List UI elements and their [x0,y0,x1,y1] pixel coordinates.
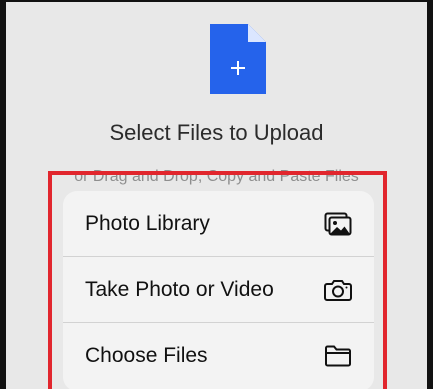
upload-title: Select Files to Upload [109,120,324,145]
upload-screen: Select Files to Upload or Drag and Drop,… [0,0,433,389]
highlight-box [48,171,387,389]
file-add-icon[interactable] [210,24,266,94]
